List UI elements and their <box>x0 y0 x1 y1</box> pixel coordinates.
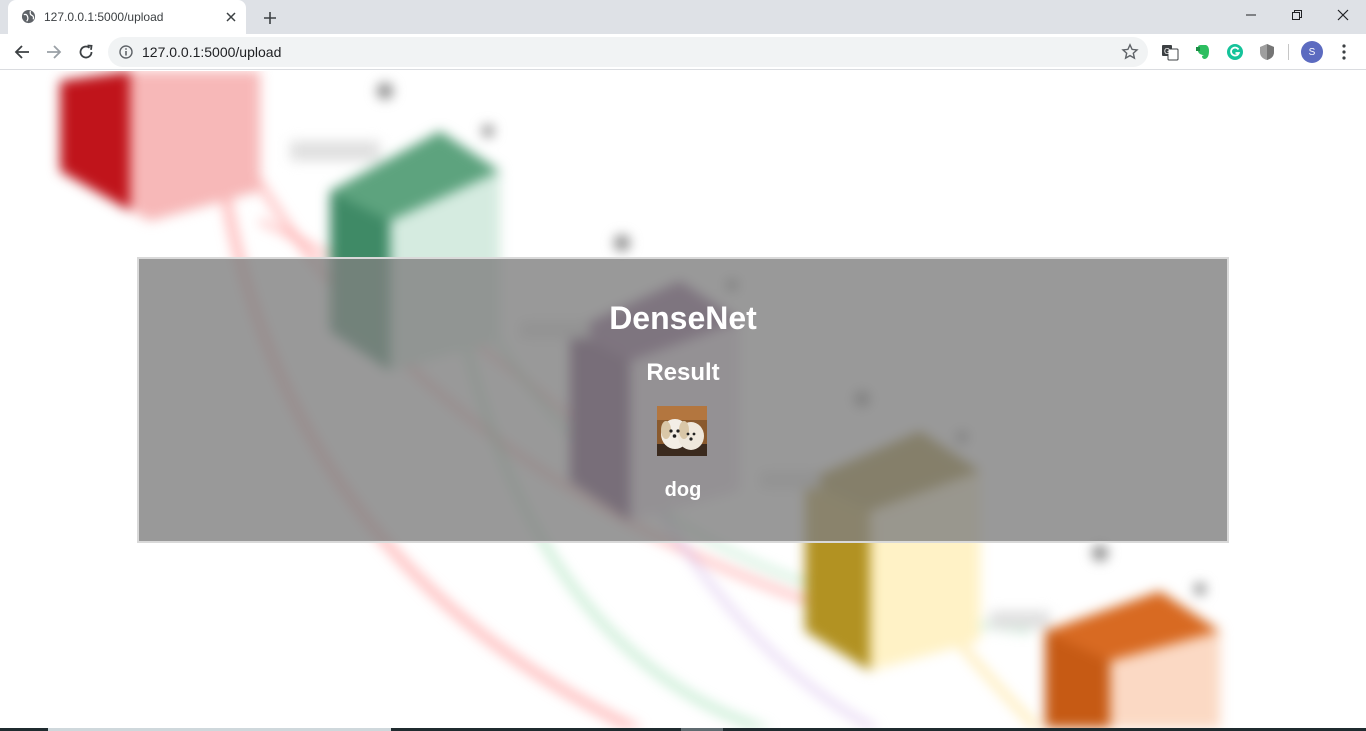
forward-button[interactable] <box>42 40 66 64</box>
more-menu-icon[interactable] <box>1334 42 1354 62</box>
plus-icon <box>264 12 276 24</box>
browser-tabstrip: 127.0.0.1:5000/upload <box>0 0 1366 34</box>
toolbar-separator <box>1288 44 1289 60</box>
arrow-right-icon <box>47 45 62 59</box>
prediction-label: dog <box>664 479 702 501</box>
translate-icon[interactable]: G <box>1160 42 1180 62</box>
bookmark-star-icon[interactable] <box>1121 43 1139 61</box>
address-url[interactable]: 127.0.0.1:5000/upload <box>142 44 281 60</box>
arrow-left-icon <box>14 45 29 59</box>
close-icon[interactable] <box>223 9 239 25</box>
close-window-icon <box>1337 9 1349 21</box>
restore-button[interactable] <box>1274 0 1320 30</box>
new-tab-button[interactable] <box>260 8 280 28</box>
result-heading: Result <box>646 359 720 386</box>
minimize-button[interactable] <box>1228 0 1274 30</box>
address-bar[interactable]: 127.0.0.1:5000/upload <box>108 37 1148 67</box>
grammarly-icon[interactable] <box>1225 42 1245 62</box>
reload-button[interactable] <box>74 40 98 64</box>
profile-avatar[interactable]: S <box>1301 41 1323 63</box>
tab-title: 127.0.0.1:5000/upload <box>44 10 164 24</box>
page-title: DenseNet <box>609 300 757 336</box>
browser-toolbar: 127.0.0.1:5000/upload G S <box>0 34 1366 70</box>
svg-text:G: G <box>1164 47 1170 56</box>
minimize-icon <box>1246 14 1256 16</box>
reload-icon <box>79 44 93 59</box>
page-viewport: DenseNet Result dog <box>0 71 1366 728</box>
close-window-button[interactable] <box>1320 0 1366 30</box>
evernote-icon[interactable] <box>1193 42 1213 62</box>
browser-tab-active[interactable]: 127.0.0.1:5000/upload <box>8 0 246 34</box>
back-button[interactable] <box>10 40 34 64</box>
result-panel: DenseNet Result dog <box>137 257 1229 543</box>
uploaded-image-thumbnail <box>657 406 707 456</box>
shield-extension-icon[interactable] <box>1257 42 1277 62</box>
restore-icon <box>1292 10 1302 20</box>
info-icon[interactable] <box>119 45 133 59</box>
globe-icon <box>21 9 36 24</box>
